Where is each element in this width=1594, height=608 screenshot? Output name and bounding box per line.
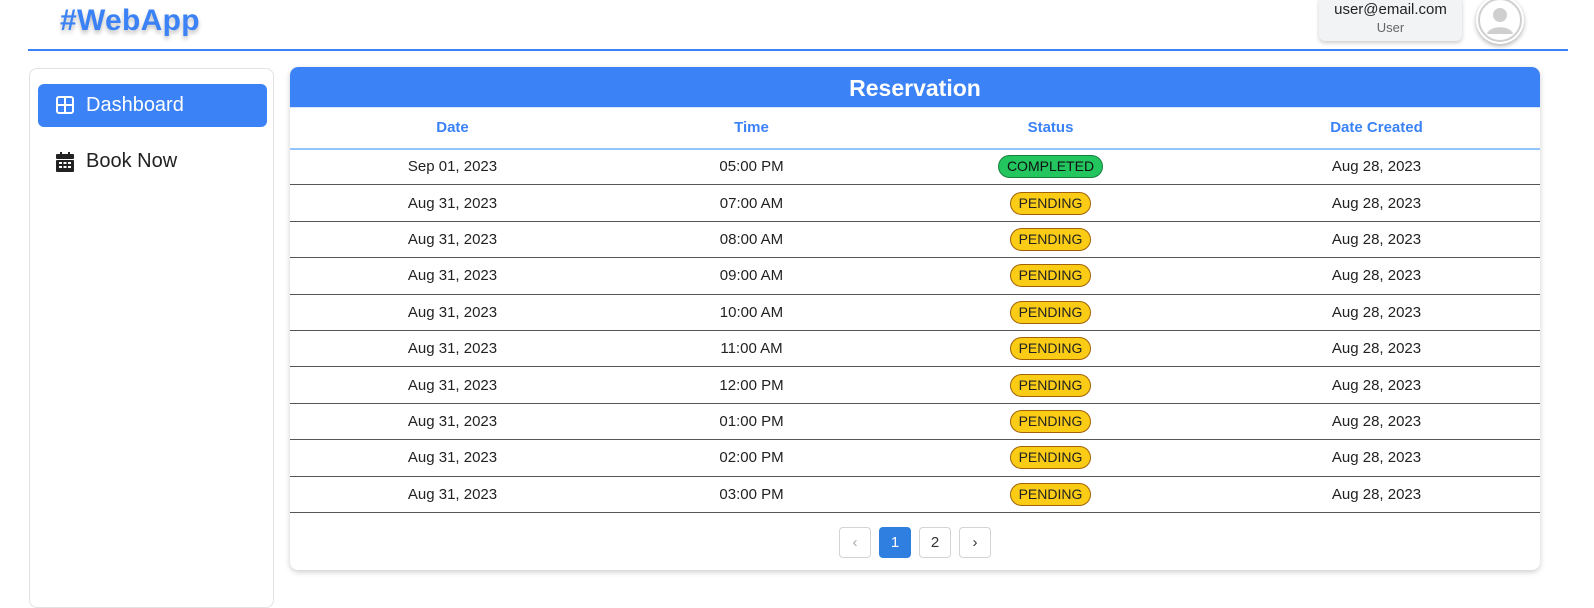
- cell-date: Aug 31, 2023: [290, 294, 615, 331]
- prev-page-button[interactable]: ‹: [839, 527, 871, 558]
- cell-date-created: Aug 28, 2023: [1213, 257, 1540, 295]
- cell-status: PENDING: [888, 257, 1213, 295]
- column-header-date[interactable]: Date: [290, 107, 615, 150]
- cell-time: 12:00 PM: [615, 366, 888, 404]
- table-header-row: Date Time Status Date Created: [290, 107, 1540, 150]
- status-badge: PENDING: [1009, 337, 1092, 361]
- cell-status: PENDING: [888, 403, 1213, 441]
- cell-time: 07:00 AM: [615, 184, 888, 222]
- cell-time: 09:00 AM: [615, 257, 888, 295]
- cell-time: 05:00 PM: [615, 148, 888, 186]
- cell-date: Aug 31, 2023: [290, 366, 615, 404]
- user-avatar-icon: [1478, 0, 1522, 42]
- cell-date-created: Aug 28, 2023: [1213, 221, 1540, 259]
- status-badge: PENDING: [1009, 409, 1092, 433]
- column-header-status[interactable]: Status: [888, 107, 1213, 150]
- cell-status: PENDING: [888, 294, 1213, 331]
- cell-status: PENDING: [888, 439, 1213, 477]
- sidebar-item-dashboard[interactable]: Dashboard: [38, 84, 267, 127]
- user-email: user@email.com: [1334, 1, 1447, 18]
- status-badge: COMPLETED: [997, 155, 1104, 179]
- cell-date: Aug 31, 2023: [290, 403, 615, 441]
- cell-date: Aug 31, 2023: [290, 221, 615, 259]
- page-button-1[interactable]: 1: [879, 527, 911, 558]
- reservation-panel: Reservation Date Time Status Date Create…: [290, 67, 1540, 570]
- cell-date: Aug 31, 2023: [290, 184, 615, 222]
- cell-date-created: Aug 28, 2023: [1213, 294, 1540, 331]
- cell-date-created: Aug 28, 2023: [1213, 439, 1540, 477]
- cell-time: 10:00 AM: [615, 294, 888, 331]
- cell-date-created: Aug 28, 2023: [1213, 476, 1540, 513]
- table-row: Aug 31, 2023 07:00 AM PENDING Aug 28, 20…: [290, 184, 1540, 222]
- status-badge: PENDING: [1009, 482, 1092, 506]
- cell-status: PENDING: [888, 476, 1213, 513]
- status-badge: PENDING: [1009, 446, 1092, 470]
- cell-date: Aug 31, 2023: [290, 476, 615, 513]
- user-role: User: [1376, 20, 1405, 35]
- sidebar-item-label: Dashboard: [86, 94, 184, 116]
- cell-date: Aug 31, 2023: [290, 330, 615, 368]
- table-row: Aug 31, 2023 03:00 PM PENDING Aug 28, 20…: [290, 476, 1540, 513]
- cell-date-created: Aug 28, 2023: [1213, 184, 1540, 222]
- cell-status: PENDING: [888, 366, 1213, 404]
- cell-time: 03:00 PM: [615, 476, 888, 513]
- table-row: Aug 31, 2023 10:00 AM PENDING Aug 28, 20…: [290, 294, 1540, 331]
- sidebar-item-book-now[interactable]: Book Now: [38, 140, 267, 183]
- cell-time: 11:00 AM: [615, 330, 888, 368]
- cell-status: PENDING: [888, 221, 1213, 259]
- cell-date: Aug 31, 2023: [290, 257, 615, 295]
- cell-date-created: Aug 28, 2023: [1213, 366, 1540, 404]
- status-badge: PENDING: [1009, 191, 1092, 215]
- table-row: Aug 31, 2023 09:00 AM PENDING Aug 28, 20…: [290, 257, 1540, 295]
- table-row: Sep 01, 2023 05:00 PM COMPLETED Aug 28, …: [290, 148, 1540, 186]
- panel-title: Reservation: [290, 67, 1540, 107]
- cell-status: COMPLETED: [888, 148, 1213, 186]
- cell-time: 01:00 PM: [615, 403, 888, 441]
- avatar[interactable]: [1476, 0, 1524, 44]
- table-row: Aug 31, 2023 11:00 AM PENDING Aug 28, 20…: [290, 330, 1540, 368]
- column-header-date-created[interactable]: Date Created: [1213, 107, 1540, 150]
- status-badge: PENDING: [1009, 300, 1092, 324]
- cell-date-created: Aug 28, 2023: [1213, 403, 1540, 441]
- user-chip[interactable]: user@email.com User: [1319, 0, 1462, 41]
- table-row: Aug 31, 2023 08:00 AM PENDING Aug 28, 20…: [290, 221, 1540, 259]
- column-header-time[interactable]: Time: [615, 107, 888, 150]
- app-logo[interactable]: #WebApp: [60, 4, 200, 38]
- table-row: Aug 31, 2023 01:00 PM PENDING Aug 28, 20…: [290, 403, 1540, 441]
- cell-status: PENDING: [888, 330, 1213, 368]
- status-badge: PENDING: [1009, 373, 1092, 397]
- cell-time: 08:00 AM: [615, 221, 888, 259]
- page-button-2[interactable]: 2: [919, 527, 951, 558]
- sidebar-item-label: Book Now: [86, 150, 178, 172]
- cell-date-created: Aug 28, 2023: [1213, 148, 1540, 186]
- dashboard-icon: [56, 95, 76, 116]
- cell-time: 02:00 PM: [615, 439, 888, 477]
- cell-date: Aug 31, 2023: [290, 439, 615, 477]
- table-row: Aug 31, 2023 12:00 PM PENDING Aug 28, 20…: [290, 366, 1540, 404]
- reservation-table: Date Time Status Date Created Sep 01, 20…: [290, 107, 1540, 513]
- top-header: #WebApp user@email.com User: [0, 0, 1594, 52]
- cell-date: Sep 01, 2023: [290, 148, 615, 186]
- sidebar: Dashboard Book Now: [29, 68, 274, 608]
- calendar-icon: [56, 151, 76, 172]
- header-divider: [28, 49, 1568, 51]
- cell-date-created: Aug 28, 2023: [1213, 330, 1540, 368]
- status-badge: PENDING: [1009, 227, 1092, 251]
- next-page-button[interactable]: ›: [959, 527, 991, 558]
- pagination: ‹ 1 2 ›: [290, 527, 1540, 558]
- table-row: Aug 31, 2023 02:00 PM PENDING Aug 28, 20…: [290, 439, 1540, 477]
- status-badge: PENDING: [1009, 264, 1092, 288]
- cell-status: PENDING: [888, 184, 1213, 222]
